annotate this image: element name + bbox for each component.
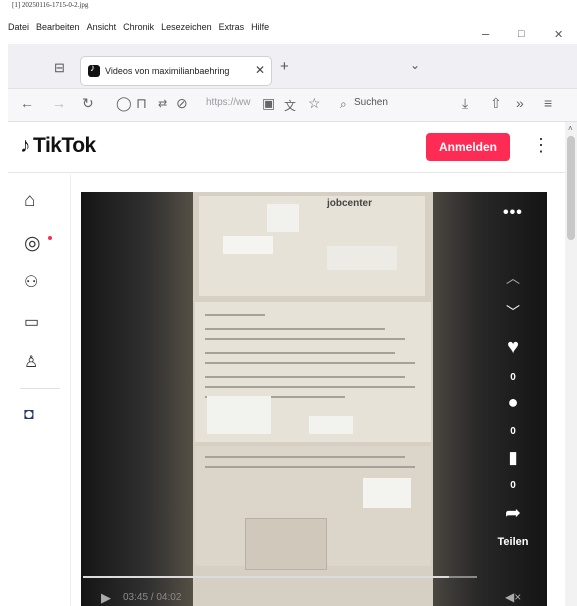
sidebar: ⌂ ◎ ⚇ ▭ ♙ ◘ — [8, 174, 71, 606]
menu-lesezeichen[interactable]: Lesezeichen — [161, 22, 212, 38]
comment-count: 0 — [510, 426, 516, 437]
torn-paper-piece — [309, 416, 353, 434]
following-icon[interactable]: ⚇ — [24, 272, 54, 292]
text-line — [205, 362, 415, 364]
login-button[interactable]: Anmelden — [426, 133, 510, 161]
maximize-button[interactable]: □ — [518, 28, 525, 40]
scroll-up-icon[interactable]: ˄ — [568, 124, 573, 133]
video-more-icon[interactable]: ••• — [503, 204, 523, 222]
text-line — [205, 338, 405, 340]
share-page-icon[interactable]: ⇧ — [490, 95, 502, 112]
text-line — [205, 376, 405, 378]
tiktok-header: ♪ TikTok Anmelden ⋮ — [8, 122, 565, 173]
stamp-box — [245, 518, 327, 570]
tab-strip: ⊟ Videos von maximilianbaehring ✕ + ⌄ — [8, 44, 577, 89]
torn-paper-piece — [267, 204, 299, 232]
menu-ansicht[interactable]: Ansicht — [87, 22, 117, 38]
live-icon[interactable]: ▭ — [24, 312, 54, 332]
menu-bearbeiten[interactable]: Bearbeiten — [36, 22, 80, 38]
notification-dot — [48, 236, 52, 240]
permissions-icon[interactable]: ⇄ — [158, 97, 167, 110]
tiktok-favicon-icon — [88, 63, 100, 77]
save-count: 0 — [510, 480, 516, 491]
new-tab-button[interactable]: + — [280, 58, 289, 75]
more-options-icon[interactable]: ⋮ — [532, 135, 550, 156]
torn-paper-piece — [327, 246, 397, 270]
menu-chronik[interactable]: Chronik — [123, 22, 154, 38]
tab-close-button[interactable]: ✕ — [255, 63, 265, 77]
tab-list-icon[interactable]: ⊟ — [54, 60, 65, 76]
profile-icon[interactable]: ♙ — [24, 352, 54, 372]
navigation-bar: ← → ↻ ◯ ⊓ ⇄ ⊘ https://ww ▣ 文 ☆ ⌕ Suchen … — [8, 89, 577, 122]
mute-icon[interactable]: ◀× — [505, 590, 521, 604]
tiktok-logo[interactable]: ♪ TikTok — [20, 134, 96, 158]
jobcenter-letterhead: jobcenter — [327, 198, 373, 209]
shield-icon[interactable]: ◯ — [116, 95, 132, 112]
sidebar-divider — [20, 388, 60, 389]
creator-avatar-icon[interactable]: ◘ — [24, 406, 54, 424]
bookmark-star-icon[interactable]: ☆ — [308, 95, 321, 112]
video-player[interactable]: jobcenter ••• ︿ ﹀ ♥ 0 ● 0 ▮ 0 ➦ Teilen ▶… — [81, 192, 547, 606]
video-blur-left — [81, 192, 193, 606]
text-line — [205, 352, 395, 354]
torn-paper-piece — [223, 236, 273, 254]
chevron-down-icon[interactable]: ﹀ — [499, 302, 527, 322]
reader-view-icon[interactable]: ▣ — [262, 95, 275, 112]
text-line — [205, 456, 405, 458]
menu-datei[interactable]: Datei — [8, 22, 29, 38]
video-progress-bar[interactable] — [83, 576, 477, 578]
app-menu-icon[interactable]: ≡ — [544, 95, 552, 111]
video-frame-document: jobcenter — [193, 192, 433, 606]
search-field[interactable]: Suchen — [354, 97, 388, 108]
scrollbar-thumb[interactable] — [567, 136, 575, 240]
lock-icon[interactable]: ⊓ — [136, 95, 147, 112]
video-progress-fill — [83, 576, 450, 578]
url-field[interactable]: https://ww — [206, 97, 250, 108]
close-window-button[interactable]: ✕ — [554, 28, 563, 41]
text-line — [205, 314, 265, 316]
tiktok-note-icon: ♪ — [20, 134, 31, 157]
share-label[interactable]: Teilen — [489, 536, 537, 548]
share-arrow-icon[interactable]: ➦ — [499, 502, 527, 525]
reload-icon[interactable]: ↻ — [82, 95, 94, 112]
download-icon[interactable]: ⤓ — [462, 95, 468, 112]
forward-icon[interactable]: → — [52, 95, 66, 111]
like-count: 0 — [510, 372, 516, 383]
tab-tiktok[interactable]: Videos von maximilianbaehring ✕ — [80, 56, 272, 86]
torn-paper-piece — [207, 396, 271, 434]
page-scrollbar[interactable]: ˄ — [565, 122, 577, 606]
minimize-button[interactable]: – — [482, 26, 489, 41]
tab-title: Videos von maximilianbaehring — [105, 66, 230, 76]
tracking-icon[interactable]: ⊘ — [176, 95, 188, 112]
bookmark-icon[interactable]: ▮ — [499, 448, 527, 468]
text-line — [205, 328, 385, 330]
like-heart-icon[interactable]: ♥ — [499, 336, 527, 359]
file-label: [1] 20250116-1715-0-2.jpg — [12, 1, 89, 9]
text-line — [205, 386, 415, 388]
chevron-up-icon[interactable]: ︿ — [499, 268, 527, 288]
menu-hilfe[interactable]: Hilfe — [251, 22, 269, 38]
search-icon: ⌕ — [340, 97, 347, 111]
overflow-icon[interactable]: » — [516, 95, 524, 111]
tiktok-page: ♪ TikTok Anmelden ⋮ ⌂ ◎ ⚇ ▭ ♙ ◘ jobcenter — [8, 122, 577, 606]
comment-icon[interactable]: ● — [499, 392, 527, 413]
translate-icon[interactable]: 文 — [284, 97, 296, 114]
torn-paper-piece — [363, 478, 411, 508]
menu-bar: Datei Bearbeiten Ansicht Chronik Lesezei… — [8, 22, 269, 38]
chevron-down-icon[interactable]: ⌄ — [410, 58, 420, 72]
home-icon[interactable]: ⌂ — [24, 190, 54, 212]
play-icon[interactable]: ▶ — [101, 590, 111, 606]
video-time: 03:45 / 04:02 — [123, 592, 182, 603]
text-line — [205, 466, 415, 468]
menu-extras[interactable]: Extras — [219, 22, 245, 38]
back-icon[interactable]: ← — [20, 95, 34, 111]
